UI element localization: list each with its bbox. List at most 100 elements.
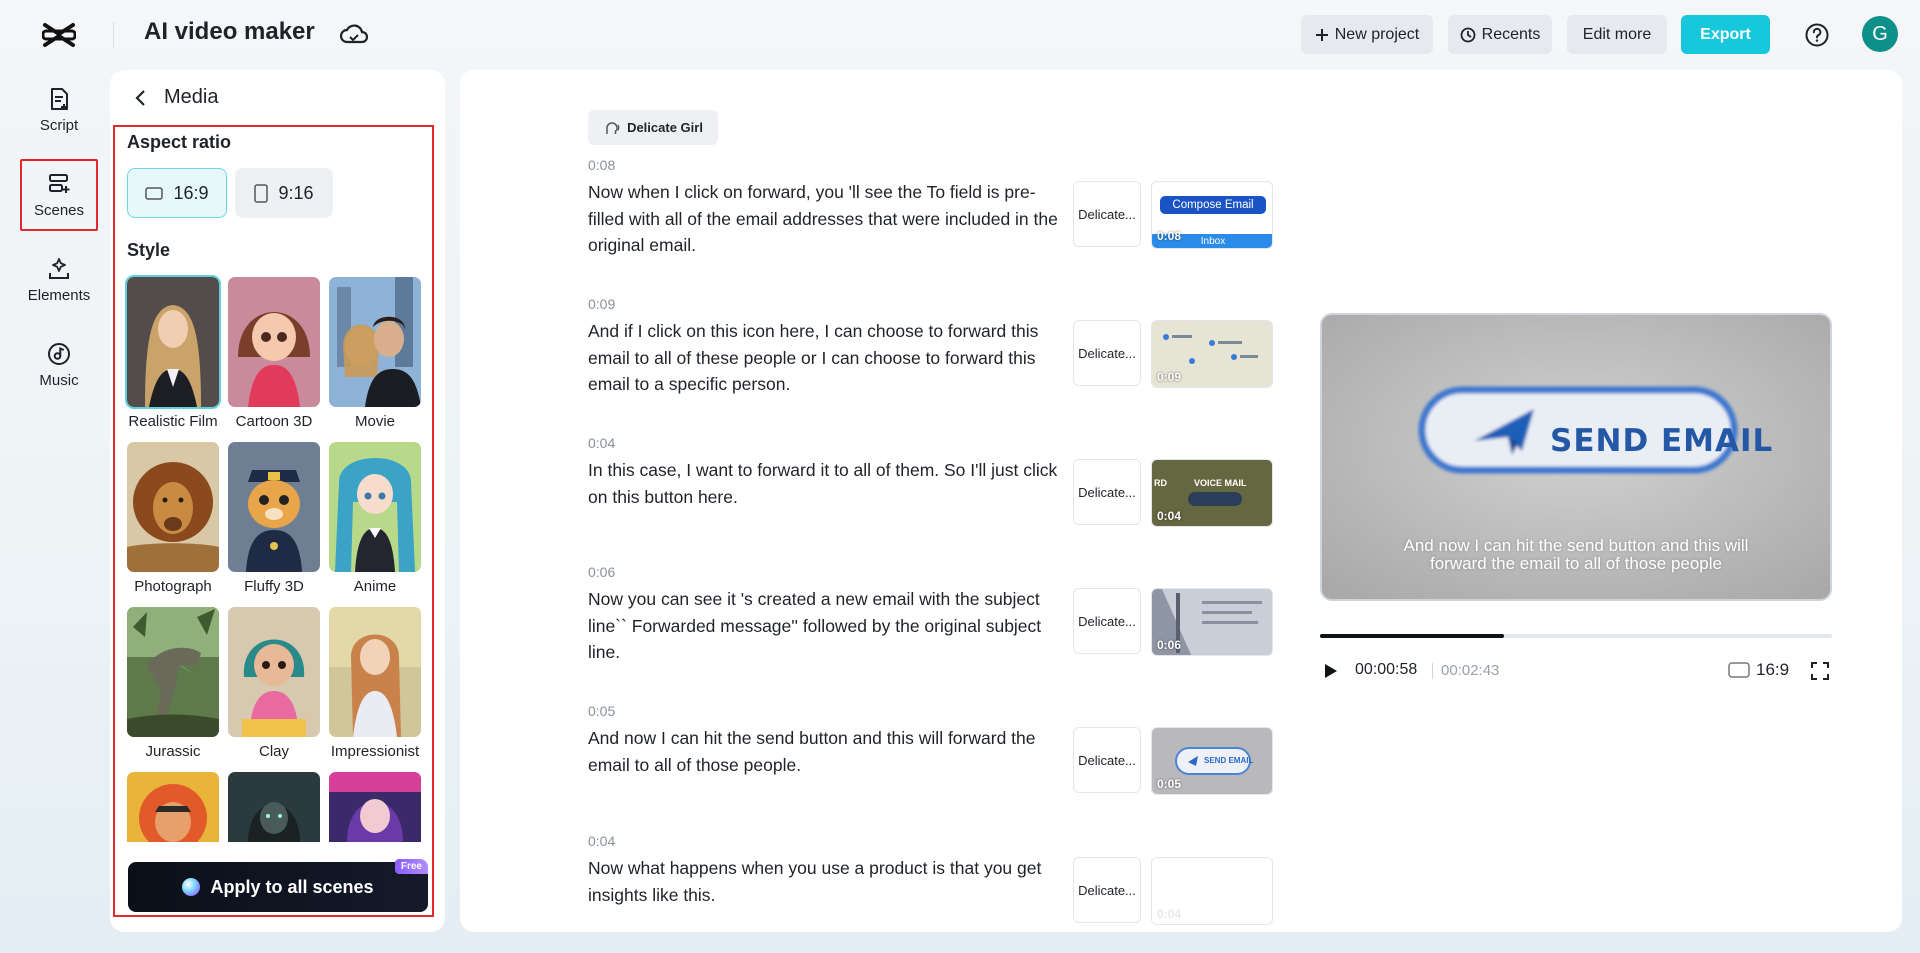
cloud-sync-icon[interactable] <box>340 22 368 48</box>
style-thumb-cyberpunk <box>329 772 421 842</box>
scene-thumbnail[interactable]: 0:09 <box>1151 320 1273 388</box>
scene-thumbnail[interactable]: SEND EMAIL 0:05 <box>1151 727 1273 795</box>
help-icon[interactable] <box>1804 22 1830 48</box>
thumb-time: 0:08 <box>1157 229 1182 243</box>
export-button[interactable]: Export <box>1681 15 1770 54</box>
style-thumb-movie <box>329 277 421 407</box>
style-card-realistic-film[interactable]: Realistic Film <box>125 275 221 430</box>
style-thumb-jurassic <box>127 607 219 737</box>
scene-thumbnail[interactable]: VOICE MAIL RD 0:04 <box>1151 459 1273 527</box>
voice-selector-button[interactable]: Delicate Girl <box>588 110 718 145</box>
app-title: AI video maker <box>144 18 315 45</box>
rail-item-music[interactable]: Music <box>20 329 98 401</box>
media-title: Media <box>164 86 219 108</box>
scene-voice-button[interactable]: Delicate... <box>1073 181 1141 247</box>
style-card-cartoon-3d[interactable]: Cartoon 3D <box>228 277 320 430</box>
style-card-jurassic[interactable]: Jurassic <box>127 607 219 760</box>
time-separator <box>1432 663 1433 679</box>
scene-voice-button[interactable]: Delicate... <box>1073 459 1141 525</box>
style-card-fluffy-3d[interactable]: Fluffy 3D <box>228 442 320 595</box>
style-label-movie: Movie <box>354 413 395 430</box>
fullscreen-icon[interactable] <box>1810 661 1830 681</box>
style-thumb-dark-fantasy <box>228 772 320 842</box>
scene-text[interactable]: Now what happens when you use a product … <box>588 855 1063 908</box>
scene-row: 0:04 In this case, I want to forward it … <box>588 435 1288 527</box>
scene-duration: 0:08 <box>588 157 616 173</box>
recents-button[interactable]: Recents <box>1448 15 1552 54</box>
scene-text[interactable]: And if I click on this icon here, I can … <box>588 318 1063 398</box>
scene-text[interactable]: And now I can hit the send button and th… <box>588 725 1063 778</box>
thumb-compose-email-text: Compose Email <box>1172 199 1254 211</box>
scene-text[interactable]: Now you can see it 's created a new emai… <box>588 586 1063 666</box>
style-card-photograph[interactable]: Photograph <box>127 442 219 595</box>
avatar[interactable]: G <box>1862 16 1898 52</box>
capcut-logo[interactable] <box>42 20 76 50</box>
ratio-16-9-button[interactable]: 16:9 <box>127 168 227 218</box>
style-label-impressionist: Impressionist <box>330 743 420 760</box>
style-card-anime[interactable]: Anime <box>329 442 421 595</box>
landscape-icon <box>1728 662 1750 678</box>
style-thumb-impressionist <box>329 607 421 737</box>
scene-voice-button[interactable]: Delicate... <box>1073 727 1141 793</box>
style-label-jurassic: Jurassic <box>145 743 201 760</box>
scene-thumbnail[interactable]: Compose Email Inbox 0:08 <box>1151 181 1273 249</box>
scene-row: 0:06 Now you can see it 's created a new… <box>588 564 1288 662</box>
scene-thumbnail[interactable]: 0:04 <box>1151 857 1273 925</box>
scene-voice-button[interactable]: Delicate... <box>1073 857 1141 923</box>
media-back-button[interactable]: Media <box>132 86 218 109</box>
video-preview[interactable]: SEND EMAIL And now I can hit the send bu… <box>1320 313 1832 601</box>
preview-ratio-button[interactable]: 16:9 <box>1728 660 1789 680</box>
music-icon <box>48 343 70 365</box>
new-project-button[interactable]: New project <box>1301 15 1433 54</box>
rail-label-script: Script <box>39 117 79 134</box>
style-card-cyberpunk[interactable] <box>329 772 421 842</box>
scene-row: 0:05 And now I can hit the send button a… <box>588 703 1288 795</box>
scene-text[interactable]: In this case, I want to forward it to al… <box>588 457 1063 510</box>
style-thumb-fluffy-3d <box>228 442 320 572</box>
scene-voice-button[interactable]: Delicate... <box>1073 588 1141 654</box>
style-label-cartoon-3d: Cartoon 3D <box>235 413 313 430</box>
apply-to-all-scenes-button[interactable]: Apply to all scenes Free <box>128 859 428 912</box>
style-thumb-anime <box>329 442 421 572</box>
style-card-dark-fantasy[interactable] <box>228 772 320 842</box>
top-bar: AI video maker New project Recents Edit … <box>0 0 1920 70</box>
ai-orb-icon <box>182 878 201 896</box>
ratio-16-9-label: 16:9 <box>173 182 209 203</box>
style-card-impressionist[interactable]: Impressionist <box>329 607 421 760</box>
play-icon[interactable] <box>1322 662 1340 680</box>
scene-duration: 0:06 <box>588 564 616 580</box>
scenes-icon <box>49 174 70 193</box>
free-badge: Free <box>394 859 428 874</box>
edit-more-button[interactable]: Edit more <box>1567 15 1667 54</box>
scene-voice-button[interactable]: Delicate... <box>1073 320 1141 386</box>
player-controls: 00:00:58 00:02:43 16:9 <box>1320 658 1832 684</box>
video-caption: And now I can hit the send button and th… <box>1322 537 1830 573</box>
ratio-9-16-button[interactable]: 9:16 <box>235 168 333 218</box>
scene-duration: 0:04 <box>588 435 616 451</box>
style-thumb-realistic-film <box>125 275 221 409</box>
style-card-comic[interactable] <box>127 772 219 842</box>
rail-item-scenes[interactable]: Scenes <box>20 159 98 231</box>
aspect-ratio-title: Aspect ratio <box>127 132 232 152</box>
preview-ratio-label: 16:9 <box>1756 660 1790 679</box>
chevron-left-icon <box>135 89 145 106</box>
style-card-clay[interactable]: Clay <box>228 607 320 760</box>
preview-send-email-text: SEND EMAIL <box>1550 423 1774 459</box>
style-label-photograph: Photograph <box>134 578 212 595</box>
plus-icon <box>1315 28 1328 41</box>
total-time: 00:02:43 <box>1441 662 1500 679</box>
ratio-9-16-label: 9:16 <box>278 182 314 203</box>
scene-text[interactable]: Now when I click on forward, you 'll see… <box>588 179 1063 259</box>
style-label-anime: Anime <box>353 578 397 595</box>
rail-item-script[interactable]: Script <box>20 74 98 146</box>
scene-row: 0:08 Now when I click on forward, you 'l… <box>588 157 1288 255</box>
style-card-movie[interactable]: Movie <box>329 277 421 430</box>
style-thumb-clay <box>228 607 320 737</box>
export-label: Export <box>1700 25 1751 43</box>
scene-thumbnail[interactable]: 0:06 <box>1151 588 1273 656</box>
playback-progress-bar[interactable] <box>1320 634 1832 638</box>
playback-progress-fill <box>1320 634 1505 638</box>
style-thumb-cartoon-3d <box>228 277 320 407</box>
portrait-icon <box>254 183 269 203</box>
rail-item-elements[interactable]: Elements <box>20 244 98 316</box>
